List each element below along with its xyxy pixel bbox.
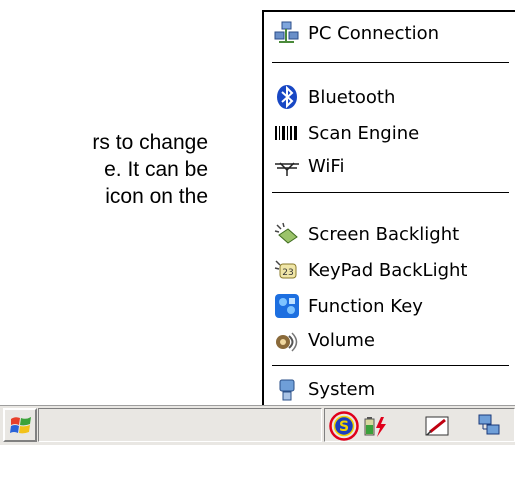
menu-item-label: System <box>308 378 376 400</box>
menu-item-label: WiFi <box>308 155 345 177</box>
menu-item-label: Scan Engine <box>308 122 420 144</box>
menu-item-wifi[interactable]: WiFi <box>264 151 515 181</box>
bluetooth-icon <box>274 84 300 110</box>
volume-icon <box>274 327 300 353</box>
menu-item-function-key[interactable]: Function Key <box>264 291 515 321</box>
menu-item-screen-backlight[interactable]: Screen Backlight <box>264 219 515 249</box>
menu-item-scan-engine[interactable]: Scan Engine <box>264 118 515 148</box>
menu-item-label: Volume <box>308 329 375 351</box>
menu-item-volume[interactable]: Volume <box>264 325 515 355</box>
menu-item-keypad-backlight[interactable]: 23 KeyPad BackLight <box>264 255 515 285</box>
keypad-backlight-icon: 23 <box>274 257 300 283</box>
menu-item-label: PC Connection <box>308 22 439 44</box>
menu-separator <box>272 365 509 366</box>
taskbar-app-area <box>38 408 322 442</box>
connectivity-icon[interactable] <box>475 411 505 441</box>
pc-connection-icon <box>274 20 300 46</box>
menu-item-label: KeyPad BackLight <box>308 259 468 281</box>
menu-item-pc-connection[interactable]: PC Connection <box>264 18 515 48</box>
menu-item-label: Screen Backlight <box>308 223 460 245</box>
wifi-icon <box>274 153 300 179</box>
menu-separator <box>272 192 509 193</box>
system-tray: S <box>324 408 515 442</box>
start-button[interactable] <box>3 408 37 442</box>
battery-power-icon[interactable] <box>361 411 391 441</box>
screen-backlight-icon <box>274 221 300 247</box>
function-key-icon <box>274 293 300 319</box>
svg-text:23: 23 <box>282 268 293 278</box>
svg-text:S: S <box>339 419 349 435</box>
menu-item-label: Bluetooth <box>308 86 396 108</box>
menu-separator <box>272 62 509 63</box>
doc-text-line-2: e. It can be <box>104 158 208 181</box>
system-icon <box>274 376 300 402</box>
barcode-icon <box>274 120 300 146</box>
taskbar: S <box>0 405 515 445</box>
settings-s-icon[interactable]: S <box>329 411 359 441</box>
menu-item-bluetooth[interactable]: Bluetooth <box>264 82 515 112</box>
doc-text-line-1: rs to change <box>92 131 208 154</box>
menu-item-label: Function Key <box>308 295 423 317</box>
doc-text-line-3: icon on the <box>105 185 208 208</box>
menu-item-system[interactable]: System <box>264 374 515 404</box>
settings-popup-menu: PC Connection Bluetooth Scan Engine WiFi… <box>262 10 515 405</box>
windows-flag-icon <box>9 414 33 438</box>
input-panel-icon[interactable] <box>423 411 453 441</box>
